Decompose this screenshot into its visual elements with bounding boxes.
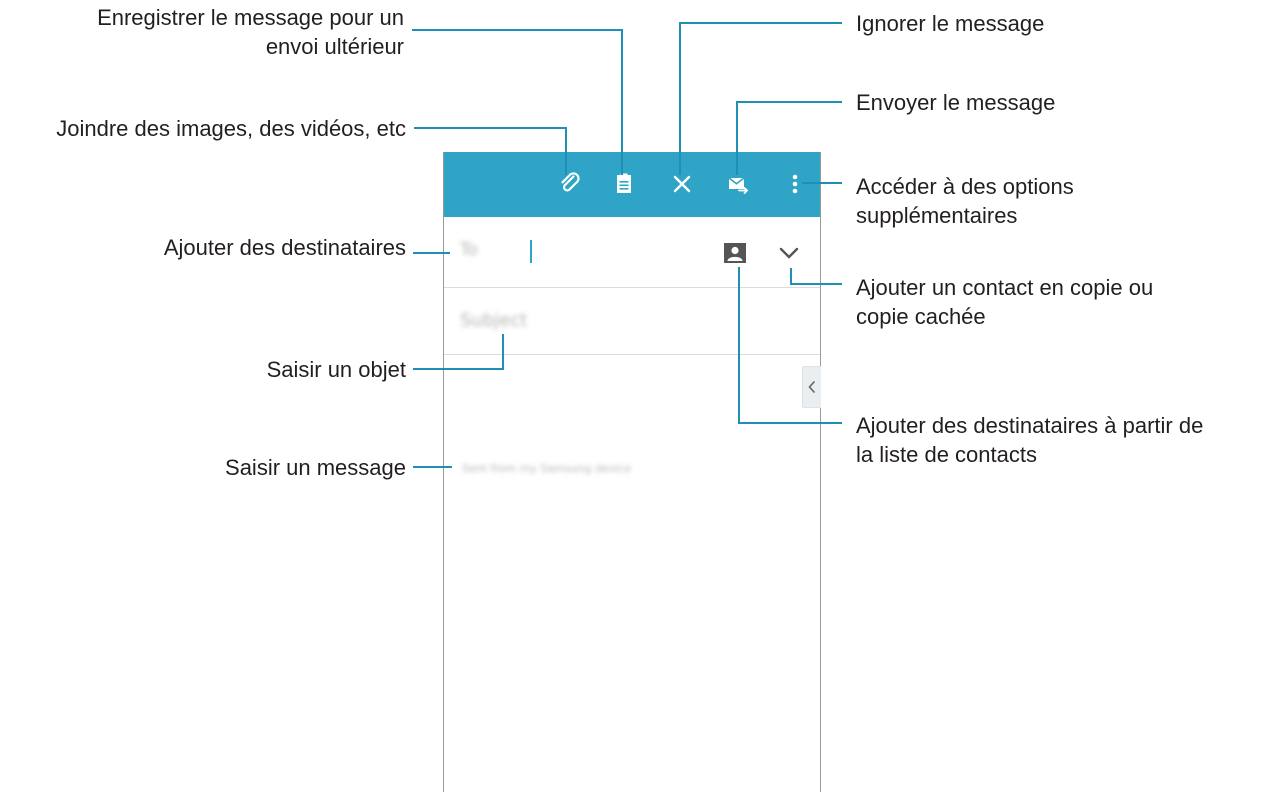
leader-attach [414, 127, 567, 175]
callout-contacts-list-line-2: la liste de contacts [856, 442, 1037, 467]
callout-cc-bcc-line-2: copie cachée [856, 304, 986, 329]
callout-more-options-line-2: supplémentaires [856, 203, 1018, 228]
leader-send [736, 101, 842, 175]
callout-contacts-list: Ajouter des destinataires à partir de la… [856, 411, 1203, 469]
callout-add-recipients: Ajouter des destinataires [163, 235, 406, 260]
callout-save-draft: Enregistrer le message pour un envoi ult… [97, 3, 404, 61]
leader-contacts-list [738, 267, 842, 424]
callout-send: Envoyer le message [856, 90, 1056, 115]
callout-attach: Joindre des images, des vidéos, etc [56, 116, 406, 141]
leader-discard [679, 22, 842, 175]
leader-subject [413, 334, 504, 370]
callout-contacts-list-line-1: Ajouter des destinataires à partir de [856, 413, 1204, 438]
callout-discard: Ignorer le message [856, 11, 1045, 36]
callout-message: Saisir un message [225, 455, 406, 480]
callout-more-options: Accéder à des options supplémentaires [856, 172, 1074, 230]
callout-save-draft-line-2: envoi ultérieur [265, 34, 404, 59]
leader-cc-bcc [790, 268, 842, 285]
callout-more-options-line-1: Accéder à des options [856, 174, 1074, 199]
leader-save-draft [412, 29, 623, 175]
callout-cc-bcc-line-1: Ajouter un contact en copie ou [856, 275, 1154, 300]
callout-subject: Saisir un objet [266, 357, 406, 382]
callout-save-draft-line-1: Enregistrer le message pour un [97, 5, 404, 30]
callout-cc-bcc: Ajouter un contact en copie ou copie cac… [856, 273, 1153, 331]
